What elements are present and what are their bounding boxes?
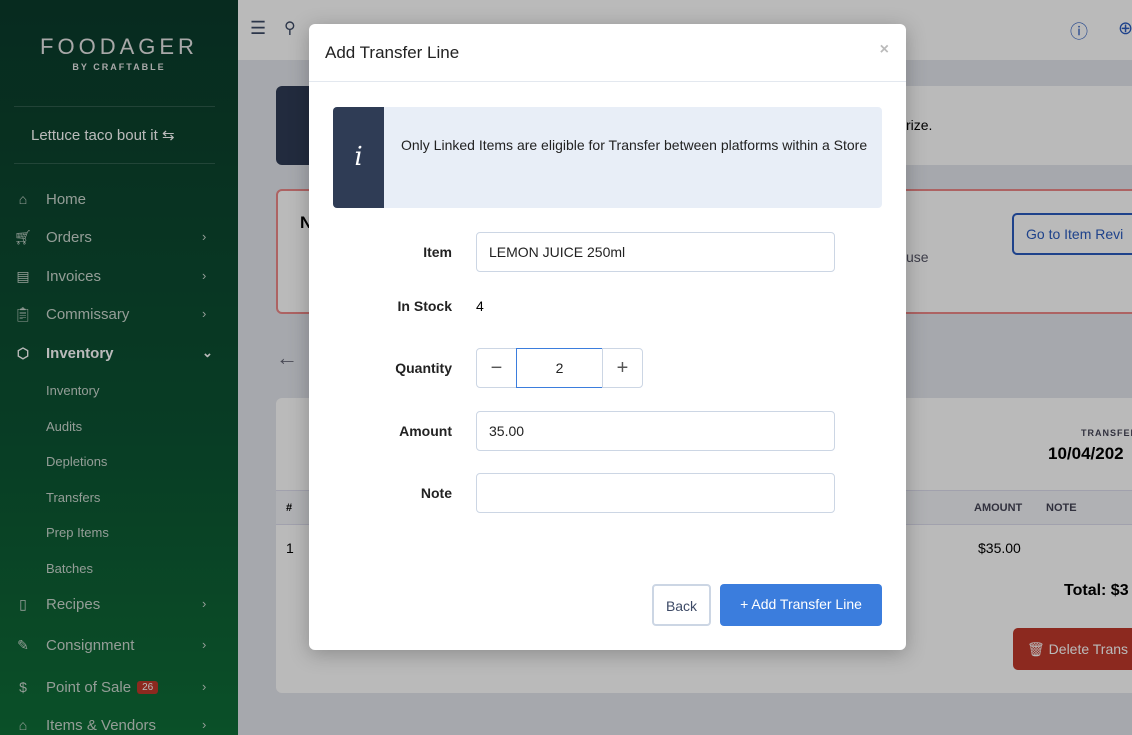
note-input[interactable] (476, 473, 835, 513)
note-label: Note (420, 485, 452, 501)
quantity-input[interactable]: 2 (516, 348, 603, 388)
info-text: Only Linked Items are eligible for Trans… (401, 137, 868, 153)
item-input[interactable]: LEMON JUICE 250ml (476, 232, 835, 272)
back-button[interactable]: Back (652, 584, 711, 626)
close-icon[interactable]: × (880, 41, 889, 59)
info-alert: i Only Linked Items are eligible for Tra… (333, 107, 882, 208)
info-icon: i (333, 107, 384, 208)
decrement-button[interactable]: − (476, 348, 517, 388)
amount-input[interactable]: 35.00 (476, 411, 835, 451)
item-label: Item (423, 244, 452, 260)
in-stock-label: In Stock (397, 298, 452, 314)
increment-button[interactable]: + (602, 348, 643, 388)
add-transfer-line-modal: Add Transfer Line × i Only Linked Items … (309, 24, 906, 650)
add-transfer-line-button[interactable]: + Add Transfer Line (720, 584, 882, 626)
modal-title: Add Transfer Line (309, 24, 906, 82)
amount-label: Amount (399, 423, 452, 439)
quantity-label: Quantity (395, 360, 452, 376)
in-stock-value: 4 (476, 298, 484, 314)
